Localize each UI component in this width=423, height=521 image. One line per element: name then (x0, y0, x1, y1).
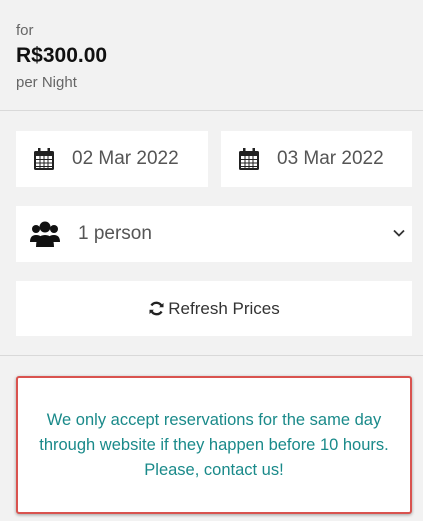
price-amount: R$300.00 (16, 44, 108, 67)
divider (0, 355, 423, 356)
users-icon (30, 221, 60, 247)
calendar-icon (239, 148, 259, 170)
calendar-icon (34, 148, 54, 170)
checkout-date-value: 03 Mar 2022 (277, 148, 384, 169)
checkin-date-field[interactable]: 02 Mar 2022 (16, 131, 208, 187)
checkin-date-value: 02 Mar 2022 (72, 148, 179, 169)
checkout-date-field[interactable]: 03 Mar 2022 (221, 131, 412, 187)
price-prefix: for (16, 22, 34, 39)
divider (0, 110, 423, 111)
price-summary: for R$300.00 per Night (16, 22, 107, 92)
contact-us-link[interactable]: Please, contact us! (144, 461, 283, 479)
notice-message: We only accept reservations for the same… (39, 410, 389, 454)
refresh-icon (149, 301, 164, 316)
chevron-down-icon (393, 229, 405, 237)
price-unit: per Night (16, 74, 77, 91)
refresh-prices-label: Refresh Prices (168, 298, 280, 318)
same-day-reservation-notice: We only accept reservations for the same… (16, 376, 412, 514)
guests-value: 1 person (78, 223, 152, 244)
refresh-prices-button[interactable]: Refresh Prices (16, 281, 412, 336)
guests-select[interactable]: 1 person (16, 206, 412, 262)
